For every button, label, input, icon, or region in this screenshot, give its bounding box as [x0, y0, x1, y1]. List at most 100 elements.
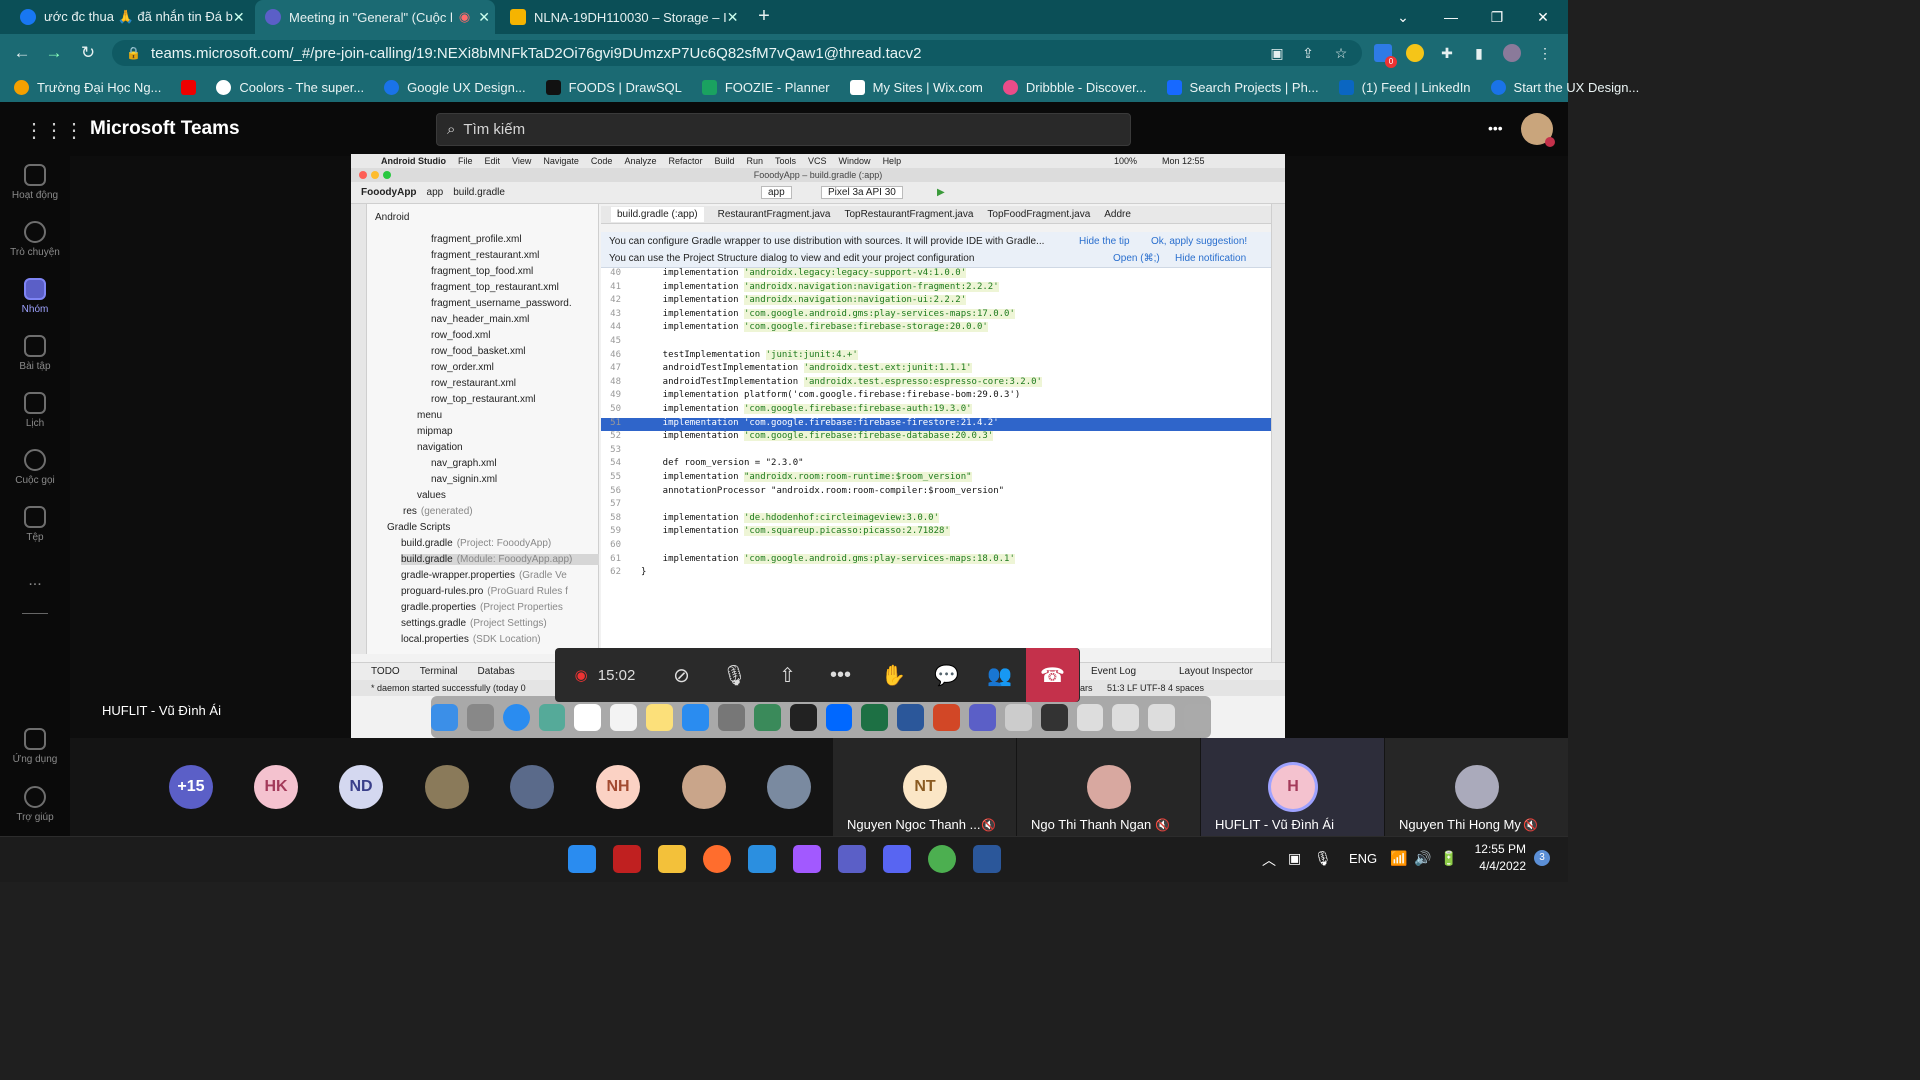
rail-more-button[interactable]: ...	[0, 572, 70, 590]
figma-icon[interactable]	[793, 845, 821, 873]
taskbar-date[interactable]: 4/4/2022	[1474, 859, 1526, 873]
editor-tab[interactable]: TopRestaurantFragment.java	[844, 209, 973, 220]
tab-search-icon[interactable]: ⌄	[1380, 0, 1426, 34]
settings-icon[interactable]	[717, 703, 745, 731]
back-button[interactable]: ←	[10, 41, 34, 65]
browser-tab-meeting[interactable]: Meeting in "General" (Cuộc l ◉ ✕	[255, 0, 495, 34]
android-studio-icon[interactable]	[753, 703, 781, 731]
project-tree-item[interactable]: row_food.xml	[431, 330, 494, 341]
hide-tip-link[interactable]: Hide the tip	[1079, 236, 1130, 247]
project-view-select[interactable]: Android	[375, 212, 409, 223]
event-log-tab[interactable]: Event Log	[1091, 666, 1136, 677]
project-tree-item[interactable]: navigation	[417, 442, 467, 453]
project-tree-item[interactable]: fragment_restaurant.xml	[431, 250, 543, 261]
project-tree-item[interactable]: mipmap	[417, 426, 457, 437]
project-tree-item[interactable]: row_order.xml	[431, 362, 498, 373]
code-line[interactable]: 60	[601, 540, 1271, 553]
bookmark-item[interactable]: Google UX Design...	[384, 79, 526, 95]
forward-button[interactable]: →	[42, 41, 66, 65]
todo-tab[interactable]: TODO	[371, 666, 400, 677]
browser-tab-storage[interactable]: NLNA-19DH110030 – Storage – I ✕	[500, 0, 740, 34]
bookmark-item[interactable]: (1) Feed | LinkedIn	[1338, 79, 1471, 95]
vscode-icon[interactable]	[748, 845, 776, 873]
word-taskbar-icon[interactable]	[973, 845, 1001, 873]
wifi-icon[interactable]: 📶	[1390, 850, 1407, 867]
chrome-menu-icon[interactable]: ⋮	[1536, 44, 1554, 62]
project-tree-item[interactable]: local.properties (SDK Location)	[401, 634, 541, 645]
code-line[interactable]: 50 implementation 'com.google.firebase:f…	[601, 404, 1271, 417]
window-thumb-icon[interactable]	[1076, 703, 1104, 731]
terminal-tab[interactable]: Terminal	[420, 666, 458, 677]
input-language[interactable]: ENG	[1349, 851, 1377, 866]
code-line[interactable]: 42 implementation 'androidx.navigation:n…	[601, 295, 1271, 308]
search-input[interactable]: ⌕ Tìm kiếm	[436, 113, 1131, 146]
participant-tile[interactable]: Nguyen Thi Hong My 🔇	[1385, 738, 1568, 836]
rail-item-apps[interactable]: Ứng dụng	[0, 728, 70, 765]
bookmark-item[interactable]: Start the UX Design...	[1490, 79, 1639, 95]
code-line[interactable]: 40 implementation 'androidx.legacy:legac…	[601, 268, 1271, 281]
bookmark-item[interactable]: FOOZIE - Planner	[701, 79, 830, 95]
rail-item-files[interactable]: Tệp	[0, 506, 70, 543]
code-line[interactable]: 43 implementation 'com.google.android.gm…	[601, 308, 1271, 322]
project-tree-item[interactable]: build.gradle (Module: FooodyApp.app)	[401, 554, 599, 565]
project-tree-item[interactable]: fragment_profile.xml	[431, 234, 526, 245]
project-tree-item[interactable]: nav_graph.xml	[431, 458, 501, 469]
window-thumb-icon[interactable]	[1148, 703, 1176, 731]
rail-item-help[interactable]: Trợ giúp	[0, 786, 70, 823]
share-icon[interactable]: ⇪	[1299, 44, 1317, 62]
window-thumb-icon[interactable]	[1112, 703, 1140, 731]
notes-icon[interactable]	[646, 703, 674, 731]
profile-avatar[interactable]	[1503, 44, 1521, 62]
bookmark-item[interactable]: My Sites | Wix.com	[849, 79, 983, 95]
project-tree-item[interactable]: fragment_top_restaurant.xml	[431, 282, 563, 293]
address-bar[interactable]: 🔒 teams.microsoft.com/_#/pre-join-callin…	[112, 40, 1362, 66]
bookmark-item[interactable]: Trường Đại Học Ng...	[14, 79, 161, 95]
participant-avatar[interactable]	[510, 765, 554, 809]
powerpoint-icon[interactable]	[933, 703, 960, 731]
mac-zoom-icon[interactable]	[383, 171, 391, 179]
project-tree-item[interactable]: settings.gradle (Project Settings)	[401, 618, 547, 629]
project-tree-item[interactable]: fragment_top_food.xml	[431, 266, 537, 277]
code-line[interactable]: 53	[601, 445, 1271, 458]
project-tree-item[interactable]: fragment_username_password.	[431, 298, 576, 309]
reload-button[interactable]: ↻	[76, 41, 100, 65]
rail-item-activity[interactable]: Hoạt động	[0, 164, 70, 201]
code-line[interactable]: 45	[601, 336, 1271, 349]
bookmark-item[interactable]: Dribbble - Discover...	[1002, 79, 1147, 95]
app-store-icon[interactable]	[682, 703, 709, 731]
run-config-select[interactable]: app	[761, 186, 792, 199]
teams-taskbar-icon[interactable]	[838, 845, 866, 873]
raise-hand-button[interactable]: ✋	[867, 648, 920, 702]
mic-off-button[interactable]: 🎙	[708, 648, 761, 702]
file-explorer-icon[interactable]	[658, 845, 686, 873]
word-icon[interactable]	[897, 703, 925, 731]
project-tree-item[interactable]: Gradle Scripts	[387, 522, 454, 533]
tray-app-icon[interactable]: ▣	[1288, 850, 1301, 867]
maps-icon[interactable]	[538, 703, 566, 731]
database-tab[interactable]: Databas	[478, 666, 515, 677]
code-line[interactable]: 48 androidTestImplementation 'androidx.t…	[601, 376, 1271, 390]
run-icon[interactable]: ▶	[937, 187, 945, 198]
project-tree-item[interactable]: values	[417, 490, 450, 501]
camera-icon[interactable]: ▣	[1268, 44, 1286, 62]
code-line[interactable]: 51 implementation 'com.google.firebase:f…	[601, 417, 1271, 431]
participant-tile[interactable]: NT Nguyen Ngoc Thanh ... 🔇	[833, 738, 1016, 836]
participant-avatar[interactable]	[425, 765, 469, 809]
participant-avatar[interactable]	[767, 765, 811, 809]
hide-notification-link[interactable]: Hide notification	[1175, 253, 1246, 264]
participant-tile[interactable]: H HUFLIT - Vũ Đình Ái	[1201, 738, 1384, 836]
layout-inspector-tab[interactable]: Layout Inspector	[1179, 666, 1253, 677]
open-link[interactable]: Open (⌘;)	[1113, 253, 1160, 264]
code-line[interactable]: 59 implementation 'com.squareup.picasso:…	[601, 526, 1271, 539]
code-line[interactable]: 41 implementation 'androidx.navigation:n…	[601, 281, 1271, 295]
code-line[interactable]: 57	[601, 499, 1271, 512]
device-select[interactable]: Pixel 3a API 30	[821, 186, 903, 199]
teams-icon[interactable]	[968, 703, 996, 731]
participant-avatar[interactable]: ND	[339, 765, 383, 809]
windows-start-icon[interactable]	[568, 845, 596, 873]
breadcrumb-item[interactable]: build.gradle	[453, 187, 505, 198]
chrome-icon[interactable]	[928, 845, 956, 873]
rail-item-chat[interactable]: Trò chuyện	[0, 221, 70, 258]
editor-tab[interactable]: TopFoodFragment.java	[987, 209, 1090, 220]
discord-icon[interactable]	[883, 845, 911, 873]
